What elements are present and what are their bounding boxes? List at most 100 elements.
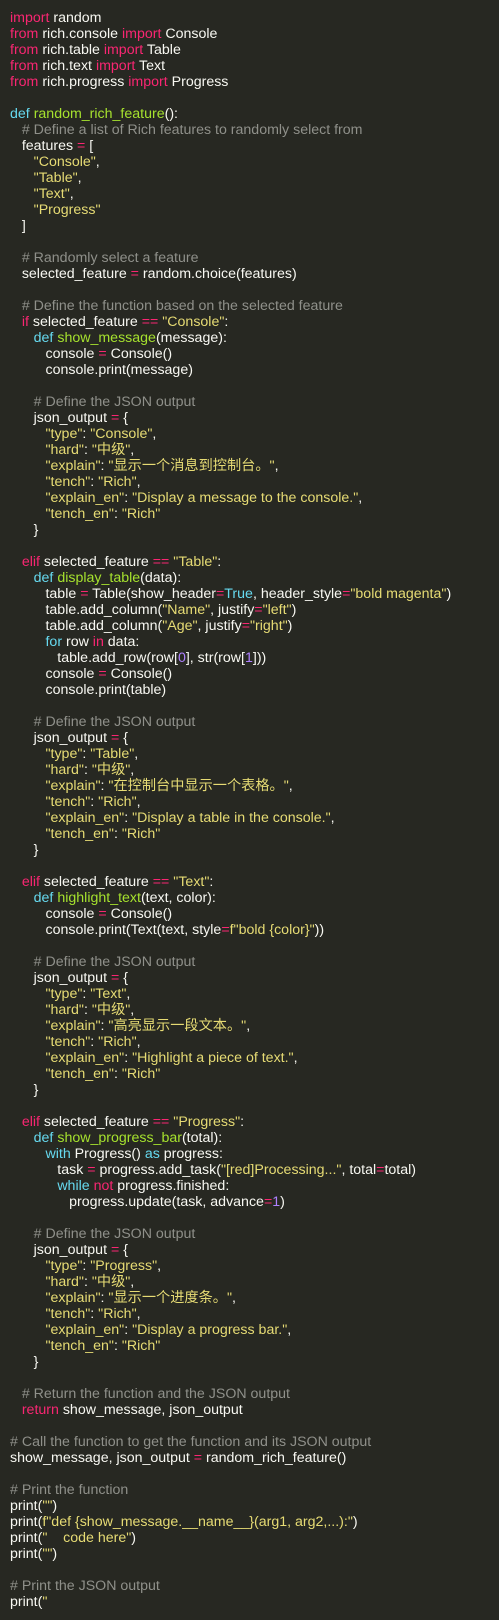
code-token: progress.add_task( <box>95 1162 221 1178</box>
code-line: elif selected_feature == "Table": <box>10 554 499 570</box>
code-token: show_message, json_output <box>10 1450 194 1466</box>
code-token: Console() <box>106 666 173 682</box>
code-token: rich.console <box>38 26 122 42</box>
code-token: : <box>83 1274 92 1290</box>
code-token: : <box>209 874 214 890</box>
code-token: ) <box>446 586 452 602</box>
code-token: , <box>288 778 293 794</box>
code-token: Table(show_header <box>88 586 216 602</box>
code-token: "Text" <box>173 874 210 890</box>
code-token: , <box>287 1322 292 1338</box>
code-token: "type" <box>45 426 83 442</box>
code-token: table.add_column( <box>10 618 163 634</box>
code-token: table <box>10 586 81 602</box>
code-token: , <box>246 1018 251 1034</box>
code-token: = <box>241 618 250 634</box>
code-token: "Console" <box>33 154 96 170</box>
code-line: "Table", <box>10 170 499 186</box>
code-token: , <box>130 762 135 778</box>
code-line: print(f"def {show_message.__name__}(arg1… <box>10 1514 499 1530</box>
code-token: "Rich" <box>98 1306 137 1322</box>
code-token: highlight_text <box>57 890 141 906</box>
code-token: ) <box>131 1530 137 1546</box>
code-token: return <box>21 1402 59 1418</box>
code-line: print(" code here") <box>10 1530 499 1546</box>
code-token: rich.table <box>38 42 104 58</box>
code-token: console.print(table) <box>10 682 167 698</box>
code-token: , <box>274 458 279 474</box>
code-token: "Display a table in the console." <box>132 810 331 826</box>
code-token: "Display a progress bar." <box>132 1322 288 1338</box>
code-token: (text, color): <box>140 890 216 906</box>
code-line: def show_message(message): <box>10 330 499 346</box>
code-token: Console <box>161 26 218 42</box>
code-line: "explain_en": "Display a progress bar.", <box>10 1322 499 1338</box>
code-token: "explain_en" <box>45 490 125 506</box>
code-line: # Call the function to get the function … <box>10 1434 499 1450</box>
code-token: console <box>10 906 99 922</box>
code-token: "Progress" <box>90 1258 158 1274</box>
code-line: def show_progress_bar(total): <box>10 1130 499 1146</box>
code-token: : <box>83 762 92 778</box>
code-line: "tench_en": "Rich" <box>10 1066 499 1082</box>
code-line: print("") <box>10 1546 499 1562</box>
code-token: "Table" <box>33 170 78 186</box>
code-line: } <box>10 522 499 538</box>
code-token: == <box>152 554 170 570</box>
code-token: "explain" <box>45 1290 101 1306</box>
code-line: table.add_row(row[0], str(row[1])) <box>10 650 499 666</box>
code-token: , <box>126 986 131 1002</box>
code-token: "Table" <box>90 746 135 762</box>
code-token: "Age" <box>162 618 198 634</box>
code-token: : <box>113 1338 122 1354</box>
code-token: # Print the function <box>10 1482 129 1498</box>
code-token: "tench" <box>45 1034 91 1050</box>
code-token: : <box>90 794 99 810</box>
code-token: = <box>193 1450 203 1466</box>
code-line: for row in data: <box>10 634 499 650</box>
code-token: "tench_en" <box>45 1066 114 1082</box>
code-line: "hard": "中级", <box>10 1002 499 1018</box>
code-line: from rich.console import Console <box>10 26 499 42</box>
code-token: "" <box>42 1546 53 1562</box>
code-token: # Define the JSON output <box>33 954 196 970</box>
code-editor[interactable]: import random from rich.console import Co… <box>0 0 499 1620</box>
code-token: show_progress_bar <box>57 1130 182 1146</box>
code-token: console <box>10 666 99 682</box>
code-line: "Console", <box>10 154 499 170</box>
code-line: console = Console() <box>10 906 499 922</box>
code-line: features = [ <box>10 138 499 154</box>
code-token: ) <box>52 1498 58 1514</box>
code-token: = <box>98 346 107 362</box>
code-token: elif <box>21 874 40 890</box>
code-token: = <box>130 266 139 282</box>
code-token: if <box>21 314 29 330</box>
code-token: : <box>83 1002 92 1018</box>
code-token: == <box>152 1114 170 1130</box>
code-token: json_output <box>10 970 111 986</box>
code-token: ) <box>291 602 297 618</box>
code-line: table.add_column("Age", justify="right") <box>10 618 499 634</box>
code-line: "explain": "显示一个进度条。", <box>10 1290 499 1306</box>
code-token: def <box>10 106 30 122</box>
code-line: # Define the function based on the selec… <box>10 298 499 314</box>
code-token: display_table <box>57 570 141 586</box>
code-line: print("") <box>10 1498 499 1514</box>
code-token: "hard" <box>45 1274 84 1290</box>
